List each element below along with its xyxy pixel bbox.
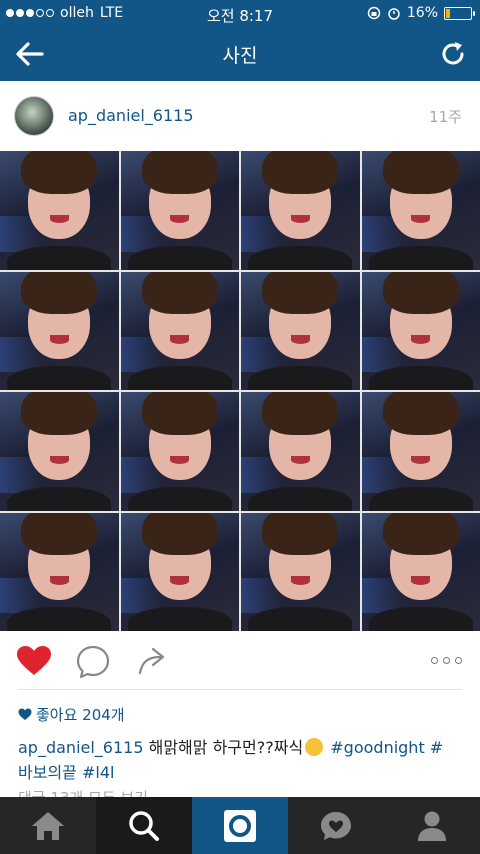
- photo-tile: [241, 271, 360, 390]
- battery-icon: [444, 6, 475, 20]
- post-header: ap_daniel_6115 11주: [0, 81, 480, 151]
- home-icon: [32, 811, 64, 840]
- heart-icon[interactable]: [16, 645, 52, 677]
- photo-tile-shirt: [368, 607, 473, 631]
- camera-icon: [224, 809, 256, 842]
- photo-tile: [0, 512, 119, 631]
- rotation-lock-icon: [367, 6, 381, 20]
- avatar[interactable]: [14, 96, 54, 136]
- photo-tile-shirt: [127, 486, 232, 511]
- hashtag-l4l[interactable]: #l4l: [82, 763, 114, 782]
- photo-tile-mouth: [290, 576, 310, 585]
- post-username[interactable]: ap_daniel_6115: [68, 106, 194, 125]
- photo-tile: [241, 512, 360, 631]
- search-icon: [129, 810, 159, 841]
- photo-tile-shirt: [7, 607, 112, 631]
- photo-tile-shirt: [248, 607, 353, 631]
- status-right: 16%: [367, 5, 475, 21]
- photo-tile-shirt: [368, 486, 473, 511]
- photo-tile-hair: [262, 151, 339, 194]
- photo-tile-shirt: [368, 245, 473, 270]
- photo-tile: [241, 151, 360, 270]
- photo-tile: [0, 392, 119, 511]
- photo-tile-hair: [382, 392, 459, 435]
- photo-tile-mouth: [49, 576, 69, 585]
- photo-tile: [361, 392, 480, 511]
- photo-tile: [0, 271, 119, 390]
- photo-tile-mouth: [290, 335, 310, 344]
- more-icon[interactable]: [431, 657, 462, 664]
- photo-tile-shirt: [368, 366, 473, 390]
- tab-activity[interactable]: [288, 797, 384, 854]
- photo-tile-shirt: [248, 486, 353, 511]
- photo-tile-hair: [141, 392, 218, 435]
- photo-tile: [361, 271, 480, 390]
- action-bar: [0, 631, 480, 691]
- post-caption: ap_daniel_6115 해맑해맑 하구먼??짜식 #goodnight #…: [18, 735, 468, 785]
- photo-tile-hair: [141, 151, 218, 194]
- photo-tile-shirt: [127, 366, 232, 390]
- photo-tile-hair: [21, 151, 98, 194]
- photo-tile-shirt: [127, 245, 232, 270]
- refresh-icon[interactable]: [438, 39, 468, 69]
- photo-tile-hair: [141, 512, 218, 556]
- photo-tile-shirt: [248, 366, 353, 390]
- like-count[interactable]: 좋아요 204개: [18, 704, 125, 725]
- like-count-label: 좋아요 204개: [36, 706, 125, 724]
- photo-tile-hair: [382, 512, 459, 556]
- photo-tile-mouth: [170, 335, 190, 344]
- photo-tile: [241, 392, 360, 511]
- photo-tile-mouth: [170, 576, 190, 585]
- photo-tile-hair: [382, 271, 459, 315]
- photo-tile: [361, 151, 480, 270]
- photo-tile-mouth: [411, 335, 431, 344]
- alarm-icon: [388, 8, 400, 20]
- photo-tile-shirt: [7, 245, 112, 270]
- post-photo[interactable]: [0, 151, 480, 631]
- activity-icon: [321, 811, 351, 840]
- page-title: 사진: [222, 45, 258, 67]
- tab-camera[interactable]: [192, 797, 288, 854]
- photo-tile-hair: [262, 512, 339, 556]
- comment-icon[interactable]: [76, 645, 110, 679]
- photo-tile-hair: [21, 392, 98, 435]
- photo-tile-hair: [382, 151, 459, 194]
- photo-tile-hair: [141, 271, 218, 315]
- share-icon[interactable]: [136, 645, 168, 677]
- photo-tile: [120, 392, 239, 511]
- photo-tile: [361, 512, 480, 631]
- divider: [18, 689, 462, 690]
- photo-tile: [0, 151, 119, 270]
- photo-tile-hair: [262, 392, 339, 435]
- photo-tile-mouth: [411, 576, 431, 585]
- tab-profile[interactable]: [384, 797, 480, 854]
- photo-tile-shirt: [7, 486, 112, 511]
- tab-search[interactable]: [96, 797, 192, 854]
- caption-username[interactable]: ap_daniel_6115: [18, 738, 144, 757]
- photo-tile-shirt: [248, 245, 353, 270]
- status-bar: olleh LTE 오전 8:17 16%: [0, 0, 480, 27]
- thinking-face-icon: [305, 738, 324, 756]
- profile-icon: [418, 811, 446, 841]
- photo-tile-shirt: [7, 366, 112, 390]
- tab-home[interactable]: [0, 797, 96, 854]
- photo-tile-shirt: [127, 607, 232, 631]
- bottom-tab-bar: [0, 797, 480, 854]
- photo-tile-hair: [262, 271, 339, 315]
- nav-header: 사진: [0, 27, 480, 81]
- photo-tile-mouth: [49, 335, 69, 344]
- photo-tile-hair: [21, 271, 98, 315]
- hashtag-babo[interactable]: 바보의끝: [18, 763, 77, 782]
- photo-tile: [120, 271, 239, 390]
- small-heart-icon: [18, 708, 32, 720]
- post-age: 11주: [429, 108, 462, 126]
- caption-text: 해맑해맑 하구먼??짜식: [148, 738, 304, 757]
- photo-tile: [120, 151, 239, 270]
- photo-tile: [120, 512, 239, 631]
- battery-percent: 16%: [406, 5, 438, 21]
- hashtag-goodnight[interactable]: #goodnight #: [330, 738, 443, 757]
- photo-tile-hair: [21, 512, 98, 556]
